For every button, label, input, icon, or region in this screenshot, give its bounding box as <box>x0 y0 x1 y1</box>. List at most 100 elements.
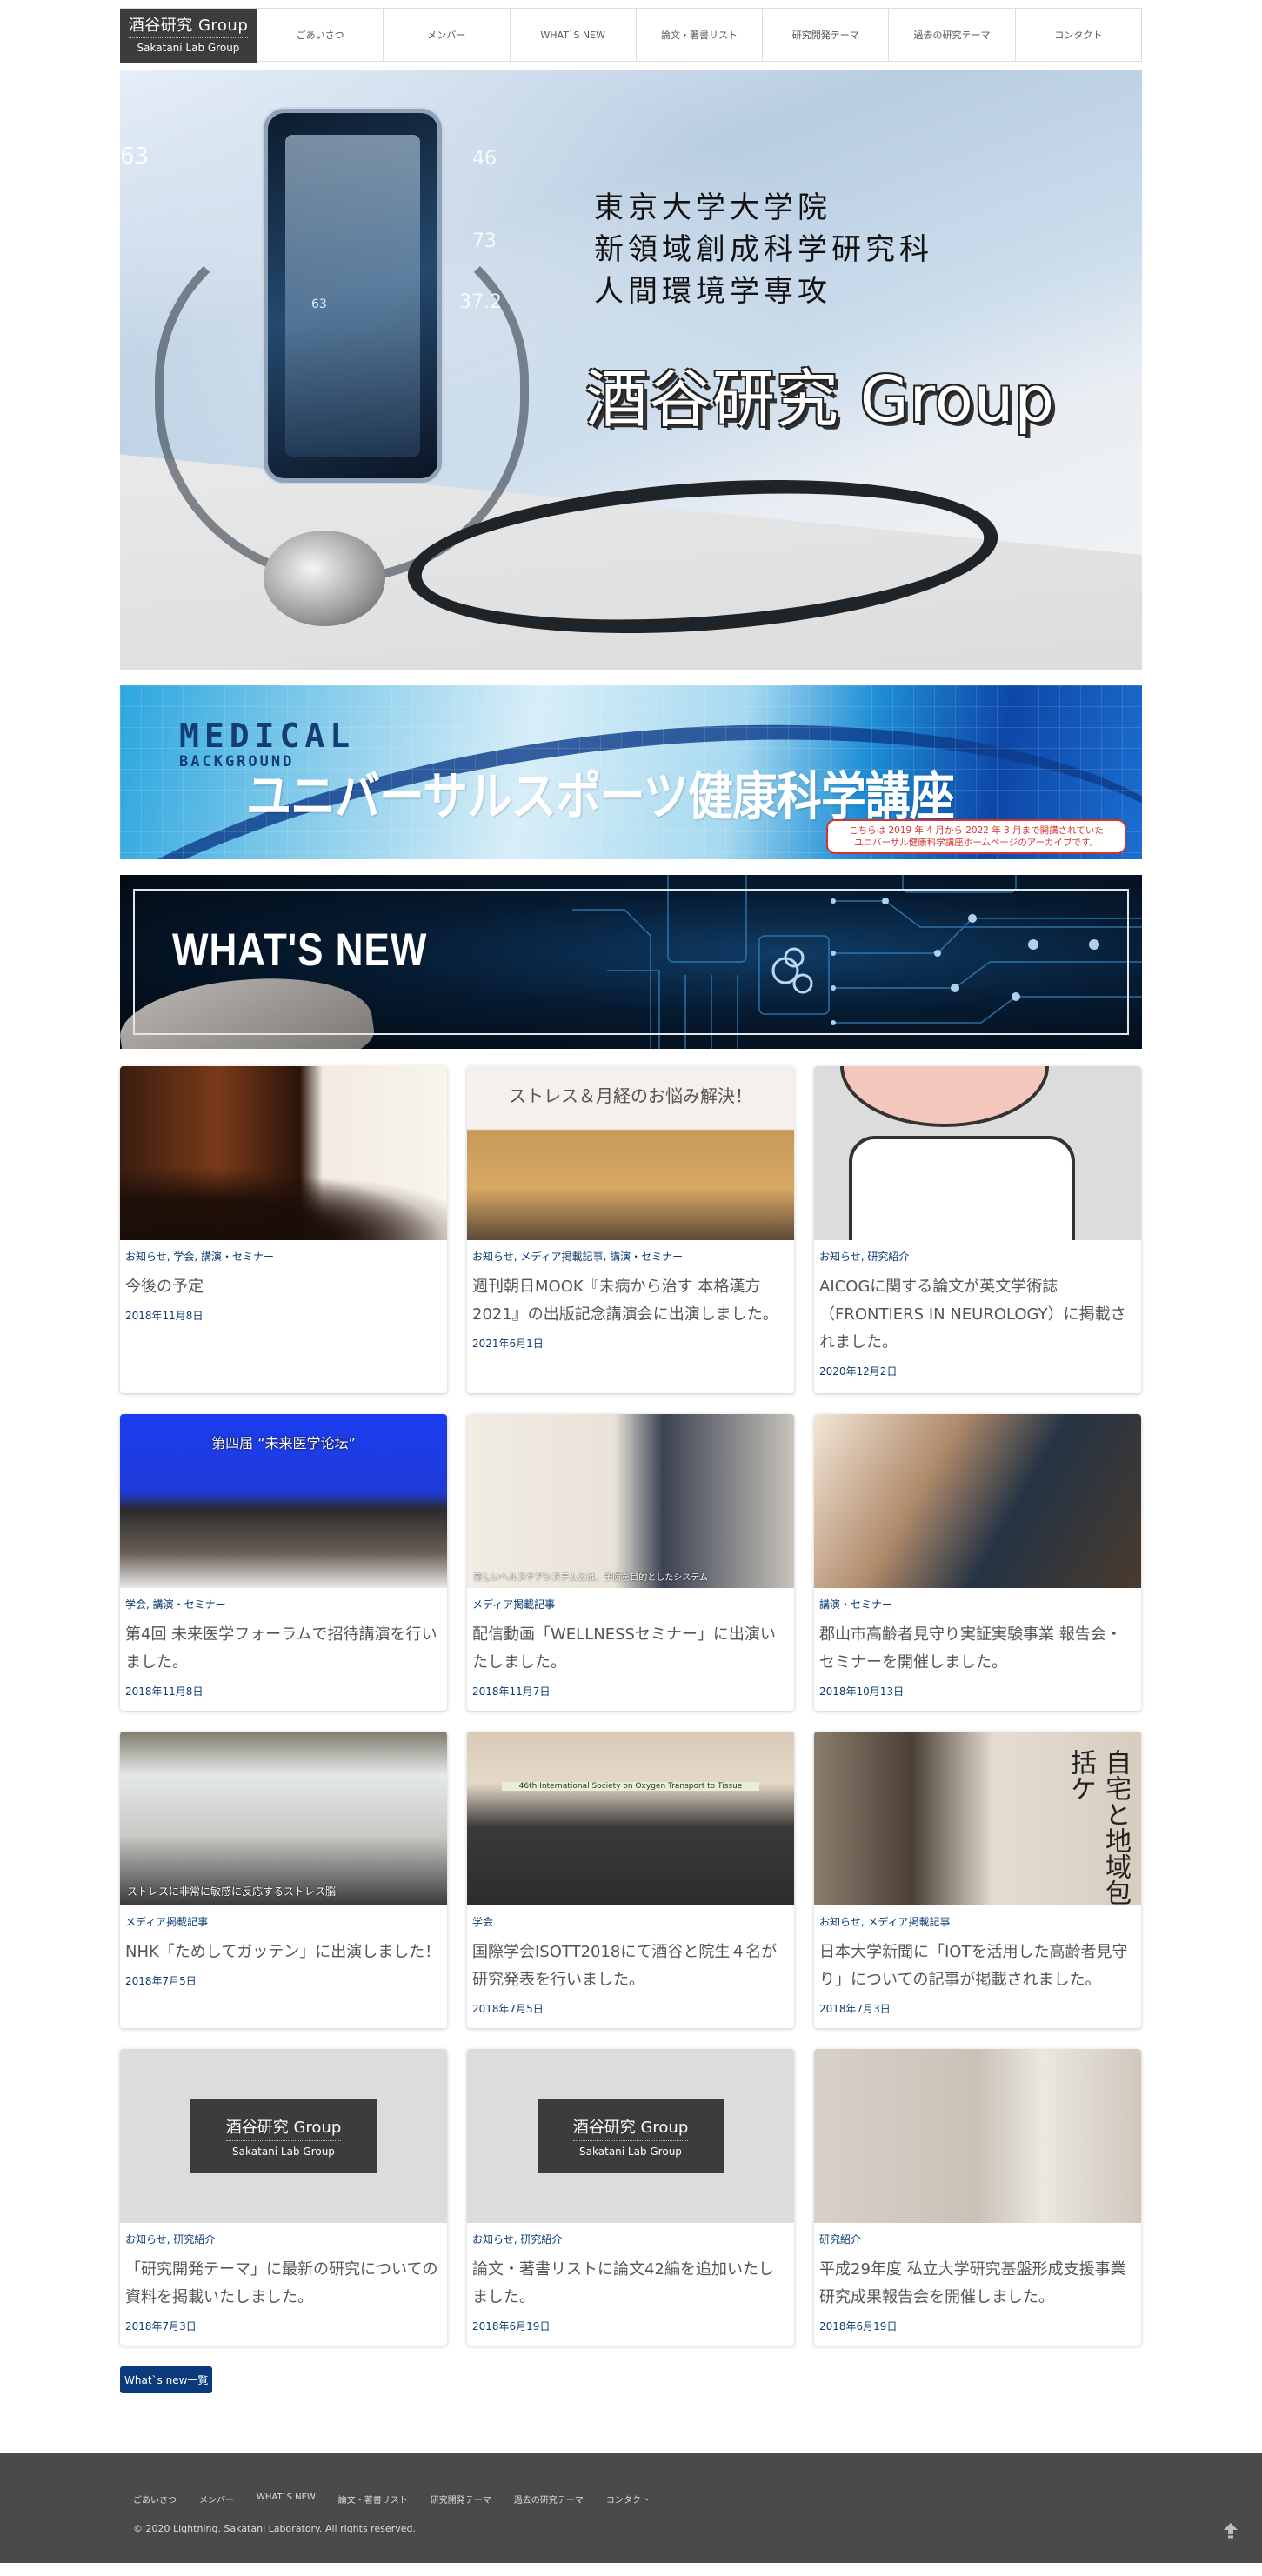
nav-item-publications[interactable]: 論文・著書リスト <box>635 9 762 61</box>
news-date: 2018年6月19日 <box>819 2320 898 2332</box>
hud-value: 37.2 <box>459 291 502 313</box>
news-title[interactable]: 「研究開発テーマ」に最新の研究についての資料を掲載いたしました。 <box>125 2256 442 2312</box>
hero-line-graduate-school: 新領域創成科学研究科 <box>594 232 933 267</box>
news-categories[interactable]: メディア掲載記事 <box>125 1914 442 1930</box>
news-categories[interactable]: お知らせ, メディア掲載記事 <box>819 1914 1136 1930</box>
thumbnail-caption: 46th International Society on Oxygen Tra… <box>502 1782 759 1791</box>
thumbnail-caption: 第四届 “未来医学论坛” <box>211 1435 356 1452</box>
nav-item-members[interactable]: メンバー <box>383 9 509 61</box>
news-card[interactable]: ストレス＆月経のお悩み解決！ お知らせ, メディア掲載記事, 講演・セミナー 週… <box>467 1066 794 1393</box>
news-title[interactable]: NHK「ためしてガッテン」に出演しました！ <box>125 1939 442 1966</box>
news-title[interactable]: 論文・著書リストに論文42編を追加いたしました。 <box>472 2256 789 2312</box>
nav-item-greeting[interactable]: ごあいさつ <box>257 9 383 61</box>
nav-item-contact[interactable]: コンタクト <box>1014 9 1141 61</box>
news-categories[interactable]: お知らせ, 研究紹介 <box>819 1249 1136 1265</box>
footer-nav-members[interactable]: メンバー <box>199 2493 234 2506</box>
hud-value: 46 <box>472 148 497 170</box>
news-thumbnail: 46th International Society on Oxygen Tra… <box>467 1732 794 1905</box>
news-card[interactable]: 講演・セミナー 郡山市高齢者見守り実証実験事業 報告会・セミナーを開催しました。… <box>814 1414 1141 1711</box>
news-card[interactable]: 研究紹介 平成29年度 私立大学研究基盤形成支援事業 研究成果報告会を開催しまし… <box>814 2049 1141 2346</box>
hud-value: 73 <box>472 230 497 252</box>
news-title[interactable]: 平成29年度 私立大学研究基盤形成支援事業 研究成果報告会を開催しました。 <box>819 2256 1136 2312</box>
news-date: 2018年11月8日 <box>125 1310 204 1322</box>
news-categories[interactable]: お知らせ, 学会, 講演・セミナー <box>125 1249 442 1265</box>
doctor-illustration-icon <box>849 1136 1075 1240</box>
news-card[interactable]: ストレスに非常に敏感に反応するストレス脳 メディア掲載記事 NHK「ためしてガッ… <box>120 1732 447 2028</box>
footer-nav-research-themes[interactable]: 研究開発テーマ <box>431 2493 491 2506</box>
archive-notice: こちらは 2019 年 4 月から 2022 年 3 月まで開講されていた ユニ… <box>826 819 1126 854</box>
news-categories[interactable]: お知らせ, メディア掲載記事, 講演・セミナー <box>472 1249 789 1265</box>
nav-item-whats-new[interactable]: WHAT`S NEW <box>509 9 636 61</box>
news-card[interactable]: 自宅と地域包括ケ お知らせ, メディア掲載記事 日本大学新聞に「IOTを活用した… <box>814 1732 1141 2028</box>
news-date: 2020年12月2日 <box>819 1365 898 1378</box>
placeholder-logo: 酒谷研究 Group Sakatani Lab Group <box>537 2099 724 2173</box>
news-thumbnail: 酒谷研究 Group Sakatani Lab Group <box>467 2049 794 2223</box>
news-date: 2018年7月5日 <box>472 2003 544 2015</box>
news-title[interactable]: 配信動画「WELLNESSセミナー」に出演いたしました。 <box>472 1621 789 1677</box>
news-title[interactable]: AICOGに関する論文が英文学術誌（FRONTIERS IN NEUROLOGY… <box>819 1273 1136 1357</box>
footer-nav-publications[interactable]: 論文・著書リスト <box>338 2493 408 2506</box>
arrow-up-icon[interactable] <box>1224 2523 1238 2539</box>
footer-nav-contact[interactable]: コンタクト <box>606 2493 650 2506</box>
news-title[interactable]: 第4回 未来医学フォーラムで招待講演を行いました。 <box>125 1621 442 1677</box>
thumbnail-caption: 自宅と地域包括ケ <box>1065 1749 1131 1905</box>
site-logo[interactable]: 酒谷研究 Group Sakatani Lab Group <box>120 9 257 63</box>
footer-nav-greeting[interactable]: ごあいさつ <box>133 2493 177 2506</box>
news-title[interactable]: 今後の予定 <box>125 1273 442 1301</box>
nav-item-research-themes[interactable]: 研究開発テーマ <box>762 9 888 61</box>
whats-new-title: WHAT'S NEW <box>172 924 428 976</box>
news-categories[interactable]: メディア掲載記事 <box>472 1597 789 1612</box>
news-categories[interactable]: お知らせ, 研究紹介 <box>472 2232 789 2247</box>
footer-nav-past-research[interactable]: 過去の研究テーマ <box>514 2493 584 2506</box>
news-date: 2018年6月19日 <box>472 2320 551 2332</box>
logo-title: 酒谷研究 Group <box>128 17 249 38</box>
news-categories[interactable]: 学会, 講演・セミナー <box>125 1597 442 1612</box>
news-card[interactable]: 新しいヘルスケアシステムとは、予防を目的としたシステム メディア掲載記事 配信動… <box>467 1414 794 1711</box>
hud-value: 63 <box>311 297 327 311</box>
news-thumbnail <box>814 2049 1141 2223</box>
news-title[interactable]: 郡山市高齢者見守り実証実験事業 報告会・セミナーを開催しました。 <box>819 1621 1136 1677</box>
archive-notice-line: ユニバーサル健康科学講座ホームページのアーカイブです。 <box>853 838 1099 848</box>
news-title[interactable]: 週刊朝日MOOK『未病から治す 本格漢方2021』の出版記念講演会に出演しました… <box>472 1273 789 1329</box>
stethoscope-chestpiece-icon <box>264 531 385 626</box>
course-title: ユニバーサルスポーツ健康科学講座 <box>246 767 955 828</box>
site-footer: ごあいさつ メンバー WHAT`S NEW 論文・著書リスト 研究開発テーマ 過… <box>0 2453 1262 2563</box>
hero-line-department: 人間環境学専攻 <box>594 274 831 309</box>
news-card[interactable]: お知らせ, 研究紹介 AICOGに関する論文が英文学術誌（FRONTIERS I… <box>814 1066 1141 1393</box>
news-thumbnail <box>814 1066 1141 1240</box>
hero-affiliation: 東京大学大学院 新領域創成科学研究科 人間環境学専攻 <box>594 187 933 312</box>
news-thumbnail: ストレス＆月経のお悩み解決！ <box>467 1066 794 1240</box>
logo-title: 酒谷研究 Group <box>225 2115 342 2141</box>
news-card[interactable]: 酒谷研究 Group Sakatani Lab Group お知らせ, 研究紹介… <box>120 2049 447 2346</box>
news-grid: お知らせ, 学会, 講演・セミナー 今後の予定 2018年11月8日 ストレス＆… <box>120 1066 1142 2346</box>
thumbnail-caption: ストレス＆月経のお悩み解決！ <box>509 1085 752 1106</box>
news-thumbnail <box>120 1066 447 1240</box>
news-card[interactable]: お知らせ, 学会, 講演・セミナー 今後の予定 2018年11月8日 <box>120 1066 447 1393</box>
news-card[interactable]: 第四届 “未来医学论坛” 学会, 講演・セミナー 第4回 未来医学フォーラムで招… <box>120 1414 447 1711</box>
news-categories[interactable]: 講演・セミナー <box>819 1597 1136 1612</box>
hero-title: 酒谷研究 Group <box>585 363 1056 436</box>
placeholder-logo: 酒谷研究 Group Sakatani Lab Group <box>190 2099 377 2173</box>
news-categories[interactable]: お知らせ, 研究紹介 <box>125 2232 442 2247</box>
news-date: 2018年7月5日 <box>125 1975 197 1987</box>
news-title[interactable]: 日本大学新聞に「IOTを活用した高齢者見守り」についての記事が掲載されました。 <box>819 1939 1136 1994</box>
brain-character-icon <box>840 1066 1049 1127</box>
news-date: 2018年11月8日 <box>125 1685 204 1698</box>
footer-nav-whats-new[interactable]: WHAT`S NEW <box>257 2493 316 2506</box>
logo-subtitle: Sakatani Lab Group <box>232 2145 335 2158</box>
news-card[interactable]: 酒谷研究 Group Sakatani Lab Group お知らせ, 研究紹介… <box>467 2049 794 2346</box>
news-date: 2021年6月1日 <box>472 1338 544 1350</box>
universal-sports-banner[interactable]: MEDICAL BACKGROUND ユニバーサルスポーツ健康科学講座 こちらは… <box>120 685 1142 859</box>
logo-subtitle: Sakatani Lab Group <box>137 41 240 54</box>
nav-item-past-research[interactable]: 過去の研究テーマ <box>888 9 1014 61</box>
news-thumbnail: 自宅と地域包括ケ <box>814 1732 1141 1905</box>
hud-value: 63 <box>120 143 150 170</box>
global-nav: 酒谷研究 Group Sakatani Lab Group ごあいさつ メンバー… <box>120 8 1142 63</box>
whats-new-list-button[interactable]: What`s new一覧 <box>120 2366 213 2393</box>
news-card[interactable]: 46th International Society on Oxygen Tra… <box>467 1732 794 2028</box>
news-title[interactable]: 国際学会ISOTT2018にて酒谷と院生４名が研究発表を行いました。 <box>472 1939 789 1994</box>
news-categories[interactable]: 研究紹介 <box>819 2232 1136 2247</box>
news-date: 2018年10月13日 <box>819 1685 905 1698</box>
news-categories[interactable]: 学会 <box>472 1914 789 1930</box>
thumbnail-caption: ストレスに非常に敏感に反応するストレス脳 <box>127 1885 337 1898</box>
